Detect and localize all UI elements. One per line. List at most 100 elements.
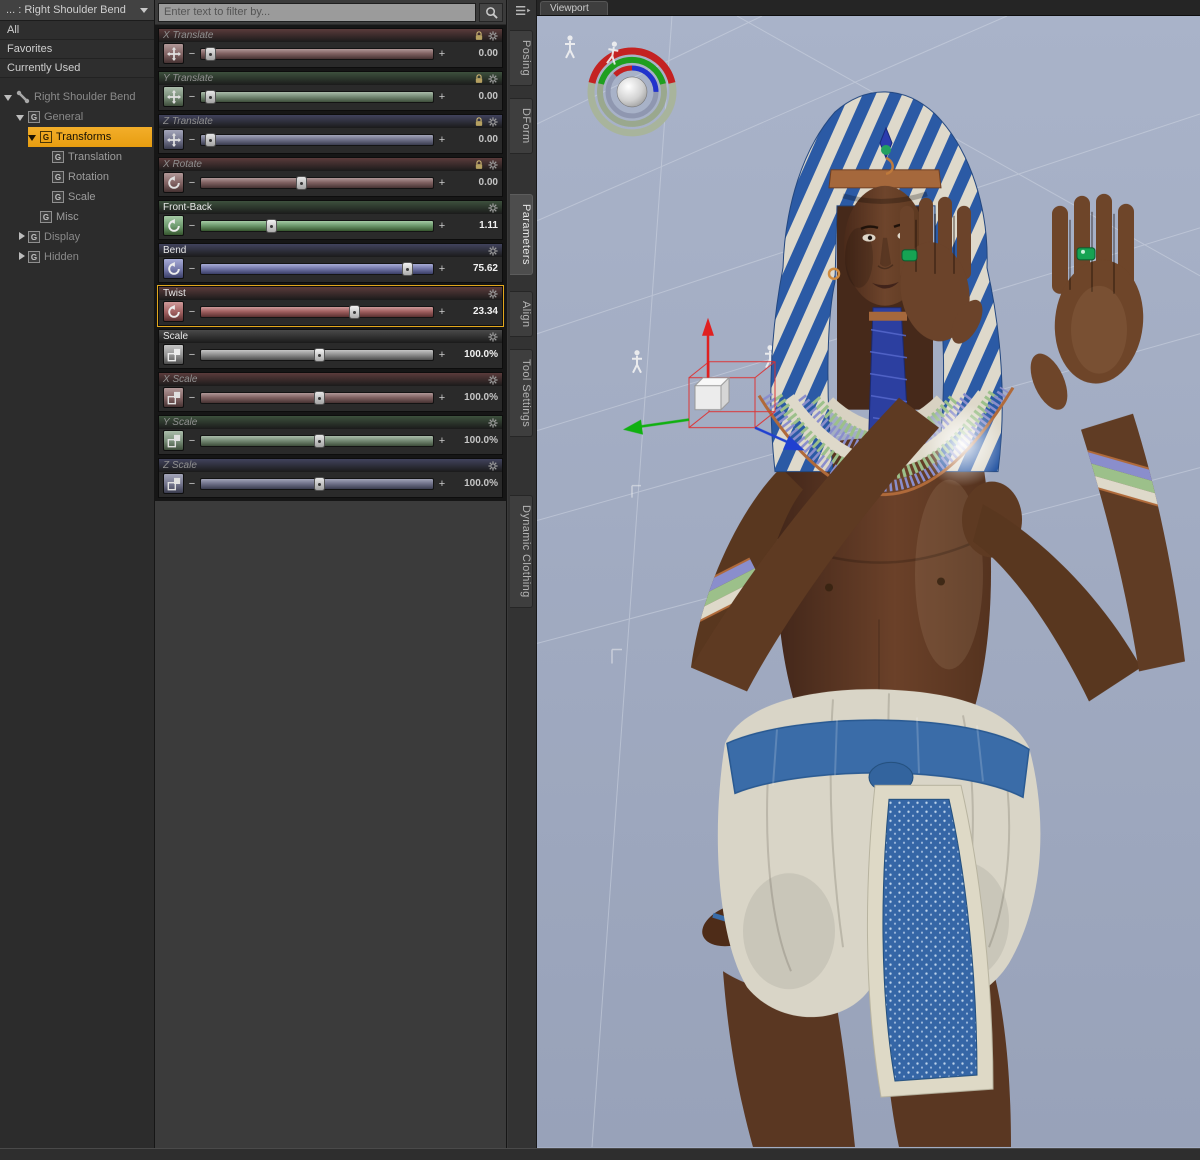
orbit-sphere[interactable] — [616, 76, 648, 108]
expand-down-arrow[interactable] — [16, 112, 26, 122]
tree-item-transforms[interactable]: G Transforms — [28, 127, 152, 147]
gear-icon[interactable] — [488, 116, 498, 127]
slider-handle[interactable] — [314, 433, 326, 448]
param-y-translate[interactable]: Y Translate − +0.00 — [158, 71, 503, 111]
slider-track[interactable] — [200, 175, 434, 190]
increment-button[interactable]: + — [438, 478, 446, 490]
side-tab-tool-settings[interactable]: Tool Settings — [510, 348, 533, 438]
increment-button[interactable]: + — [438, 306, 446, 318]
lock-icon[interactable] — [474, 159, 484, 170]
side-tab-parameters[interactable]: Parameters — [510, 193, 533, 275]
decrement-button[interactable]: − — [188, 435, 196, 447]
param-value[interactable]: 0.00 — [450, 91, 498, 102]
slider-track[interactable] — [200, 261, 434, 276]
side-tab-dynamic-clothing[interactable]: Dynamic Clothing — [510, 495, 533, 608]
gear-icon[interactable] — [488, 417, 498, 428]
slider-handle[interactable] — [205, 132, 217, 147]
param-value[interactable]: 0.00 — [450, 134, 498, 145]
slider-track[interactable] — [200, 390, 434, 405]
side-tab-align[interactable]: Align — [510, 290, 533, 337]
lock-icon[interactable] — [474, 30, 484, 41]
slider-track[interactable] — [200, 476, 434, 491]
slider-handle[interactable] — [314, 347, 326, 362]
slider-track[interactable] — [200, 304, 434, 319]
slider-track[interactable] — [200, 433, 434, 448]
slider-handle[interactable] — [402, 261, 414, 276]
tree-item-scale[interactable]: G Scale — [40, 187, 152, 207]
increment-button[interactable]: + — [438, 177, 446, 189]
param-front-back[interactable]: Front-Back − +1.11 — [158, 200, 503, 240]
decrement-button[interactable]: − — [188, 91, 196, 103]
param-value[interactable]: 0.00 — [450, 177, 498, 188]
expand-right-arrow[interactable] — [16, 252, 26, 262]
lock-icon[interactable] — [474, 73, 484, 84]
param-twist[interactable]: Twist − +23.34 — [157, 285, 504, 327]
gizmo-cube[interactable] — [693, 376, 731, 411]
param-value[interactable]: 100.0% — [450, 435, 498, 446]
gear-icon[interactable] — [488, 30, 498, 41]
tree-item-rotation[interactable]: G Rotation — [40, 167, 152, 187]
increment-button[interactable]: + — [438, 349, 446, 361]
param-scale[interactable]: Scale − +100.0% — [158, 329, 503, 369]
gear-icon[interactable] — [488, 331, 498, 342]
pane-menu-icon[interactable] — [508, 0, 536, 20]
param-value[interactable]: 75.62 — [450, 263, 498, 274]
param-z-scale[interactable]: Z Scale − +100.0% — [158, 458, 503, 498]
tree-item-right-shoulder-bend[interactable]: Right Shoulder Bend — [4, 87, 152, 107]
gear-icon[interactable] — [488, 73, 498, 84]
slider-handle[interactable] — [205, 46, 217, 61]
decrement-button[interactable]: − — [188, 306, 196, 318]
filter-input[interactable] — [158, 2, 476, 22]
node-selector-dropdown[interactable]: ... : Right Shoulder Bend — [0, 0, 154, 21]
increment-button[interactable]: + — [438, 435, 446, 447]
increment-button[interactable]: + — [438, 91, 446, 103]
gear-icon[interactable] — [488, 245, 498, 256]
param-x-translate[interactable]: X Translate − +0.00 — [158, 28, 503, 68]
nav-item-currently-used[interactable]: Currently Used — [0, 59, 154, 78]
slider-handle[interactable] — [295, 175, 307, 190]
expand-down-arrow[interactable] — [4, 92, 14, 102]
param-z-translate[interactable]: Z Translate − +0.00 — [158, 114, 503, 154]
increment-button[interactable]: + — [438, 134, 446, 146]
expand-down-arrow[interactable] — [28, 132, 38, 142]
tree-item-hidden[interactable]: G Hidden — [16, 247, 152, 267]
side-tab-posing[interactable]: Posing — [510, 30, 533, 87]
decrement-button[interactable]: − — [188, 48, 196, 60]
nav-item-all[interactable]: All — [0, 21, 154, 40]
decrement-button[interactable]: − — [188, 220, 196, 232]
increment-button[interactable]: + — [438, 392, 446, 404]
param-value[interactable]: 100.0% — [450, 478, 498, 489]
slider-track[interactable] — [200, 89, 434, 104]
param-value[interactable]: 100.0% — [450, 392, 498, 403]
param-x-rotate[interactable]: X Rotate − +0.00 — [158, 157, 503, 197]
param-value[interactable]: 1.11 — [450, 220, 498, 231]
lock-icon[interactable] — [474, 116, 484, 127]
decrement-button[interactable]: − — [188, 478, 196, 490]
gear-icon[interactable] — [488, 202, 498, 213]
increment-button[interactable]: + — [438, 220, 446, 232]
slider-track[interactable] — [200, 347, 434, 362]
slider-handle[interactable] — [314, 390, 326, 405]
param-x-scale[interactable]: X Scale − +100.0% — [158, 372, 503, 412]
decrement-button[interactable]: − — [188, 392, 196, 404]
gear-icon[interactable] — [488, 288, 498, 299]
increment-button[interactable]: + — [438, 263, 446, 275]
tree-item-translation[interactable]: G Translation — [40, 147, 152, 167]
param-bend[interactable]: Bend − +75.62 — [158, 243, 503, 283]
param-value[interactable]: 0.00 — [450, 48, 498, 59]
viewport-tab[interactable]: Viewport — [540, 1, 608, 15]
tree-item-general[interactable]: G General — [16, 107, 152, 127]
slider-handle[interactable] — [349, 304, 361, 319]
slider-handle[interactable] — [314, 476, 326, 491]
nav-item-favorites[interactable]: Favorites — [0, 40, 154, 59]
tree-item-display[interactable]: G Display — [16, 227, 152, 247]
slider-handle[interactable] — [265, 218, 277, 233]
gear-icon[interactable] — [488, 460, 498, 471]
search-button[interactable] — [479, 2, 503, 22]
param-value[interactable]: 100.0% — [450, 349, 498, 360]
slider-track[interactable] — [200, 218, 434, 233]
decrement-button[interactable]: − — [188, 177, 196, 189]
decrement-button[interactable]: − — [188, 134, 196, 146]
param-value[interactable]: 23.34 — [450, 306, 498, 317]
expand-right-arrow[interactable] — [16, 232, 26, 242]
